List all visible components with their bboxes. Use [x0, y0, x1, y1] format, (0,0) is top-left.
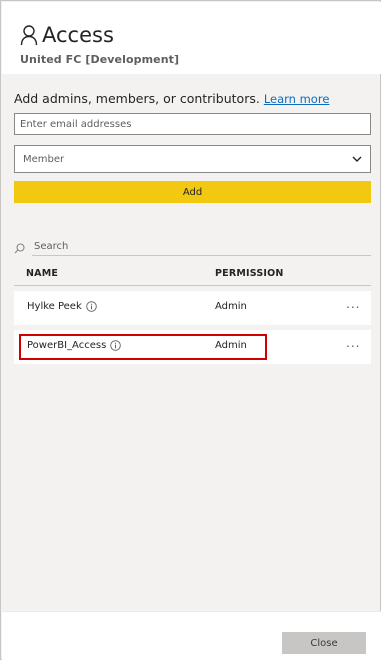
search-input[interactable] [32, 238, 371, 256]
add-prompt-text: Add admins, members, or contributors. [14, 91, 260, 106]
chevron-down-icon [352, 154, 362, 165]
add-button[interactable]: Add [14, 181, 371, 203]
workspace-name: United FC [Development] [20, 53, 180, 66]
role-dropdown[interactable]: Member [14, 145, 371, 173]
row-name-cell: Hylke Peek [27, 301, 97, 312]
permission-value: Admin [215, 301, 247, 312]
more-options-icon[interactable]: ... [346, 336, 360, 350]
user-name: Hylke Peek [27, 301, 82, 312]
info-icon[interactable] [110, 340, 122, 351]
role-selected-value: Member [23, 153, 65, 165]
access-pane: Access United FC [Development] Add admin… [0, 0, 381, 660]
row-name-cell: PowerBI_Access [27, 340, 122, 351]
person-icon [20, 24, 38, 46]
title-row: Access [20, 22, 114, 48]
learn-more-link[interactable]: Learn more [264, 92, 330, 106]
add-prompt: Add admins, members, or contributors. Le… [14, 91, 329, 106]
table-row[interactable]: PowerBI_Access Admin ... [14, 330, 371, 364]
column-header-name[interactable]: NAME [26, 268, 58, 279]
permission-value: Admin [215, 340, 247, 351]
search-row [14, 238, 371, 256]
info-icon[interactable] [86, 301, 97, 312]
column-header-permission[interactable]: PERMISSION [215, 268, 284, 279]
header-divider [14, 285, 371, 286]
group-name: PowerBI_Access [27, 340, 107, 351]
close-button[interactable]: Close [282, 632, 366, 654]
page-title: Access [42, 23, 114, 47]
search-icon [14, 239, 25, 254]
more-options-icon[interactable]: ... [346, 297, 360, 311]
email-field[interactable] [14, 113, 371, 135]
table-row[interactable]: Hylke Peek Admin ... [14, 291, 371, 325]
pane-header: Access United FC [Development] [2, 2, 381, 74]
